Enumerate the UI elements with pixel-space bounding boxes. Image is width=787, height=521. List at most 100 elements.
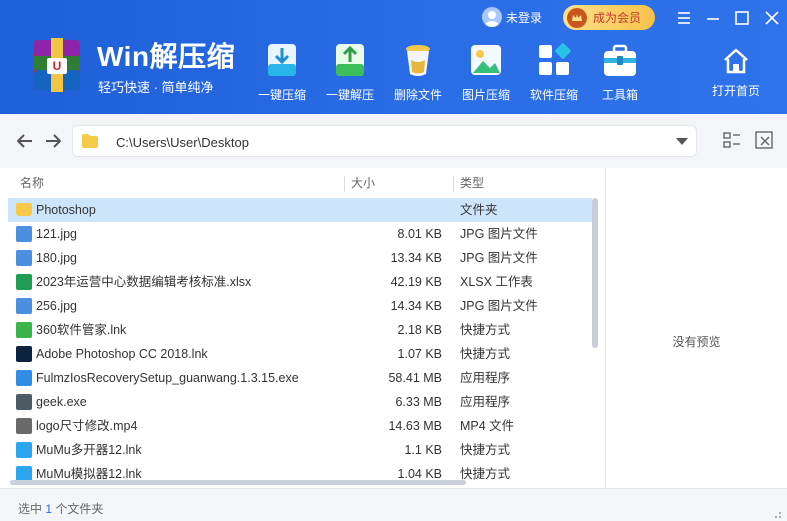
software-compress-icon <box>539 43 571 75</box>
file-name: 180.jpg <box>36 251 78 265</box>
file-size: 13.34 KB <box>390 251 442 265</box>
file-row[interactable]: 256.jpg 14.34 KB JPG 图片文件 <box>8 294 592 318</box>
horizontal-scrollbar[interactable] <box>10 480 466 485</box>
file-name: MuMu多开器12.lnk <box>36 443 142 457</box>
file-size: 42.19 KB <box>390 275 442 289</box>
file-type: 应用程序 <box>460 371 511 385</box>
address-bar[interactable] <box>72 125 697 157</box>
file-type: 快捷方式 <box>460 323 511 337</box>
file-size: 14.34 KB <box>390 299 442 313</box>
toolbox-label: 工具箱 <box>601 88 638 102</box>
file-row[interactable]: Photoshop 文件夹 <box>8 198 592 222</box>
home-icon <box>724 48 748 74</box>
file-list: 名称 大小 类型 Photoshop 文件夹 121.jpg 8.01 KB JPG 图… <box>0 168 605 488</box>
toggle-preview-icon[interactable] <box>754 130 774 150</box>
forward-arrow-icon[interactable] <box>42 130 64 152</box>
back-arrow-icon[interactable] <box>14 130 36 152</box>
file-row[interactable]: 360软件管家.lnk 2.18 KB 快捷方式 <box>8 318 592 342</box>
address-path-input[interactable] <box>116 132 656 152</box>
toolbox-button[interactable]: 工具箱 <box>588 40 652 104</box>
delete-file-button[interactable]: 删除文件 <box>386 40 450 104</box>
file-row[interactable]: 121.jpg 8.01 KB JPG 图片文件 <box>8 222 592 246</box>
file-size: 14.63 MB <box>388 419 442 433</box>
image-compress-label: 图片压缩 <box>461 88 510 102</box>
one-click-compress-button[interactable]: 一键压缩 <box>250 40 314 104</box>
jpg-file-icon <box>16 226 32 242</box>
file-row[interactable]: FulmzIosRecoverySetup_guanwang.1.3.15.ex… <box>8 366 592 390</box>
column-header-size[interactable]: 大小 <box>351 168 375 198</box>
file-type: JPG 图片文件 <box>460 299 538 313</box>
file-size: 1.1 KB <box>404 443 442 457</box>
status-bar: 选中 1 个文件夹 <box>0 488 787 521</box>
xlsx-file-icon <box>16 274 32 290</box>
minimize-icon[interactable] <box>703 8 723 28</box>
preview-pane: 没有预览 <box>606 168 787 488</box>
jpg-file-icon <box>16 250 32 266</box>
file-name: Adobe Photoshop CC 2018.lnk <box>36 347 208 361</box>
toolbox-icon <box>604 44 636 76</box>
geek-app-icon <box>16 394 32 410</box>
software-compress-label: 软件压缩 <box>529 88 578 102</box>
file-size: 58.41 MB <box>388 371 442 385</box>
address-dropdown-icon[interactable] <box>676 138 688 145</box>
one-click-extract-label: 一键解压 <box>325 88 374 102</box>
mumu-app-icon <box>16 442 32 458</box>
image-compress-icon <box>471 45 501 75</box>
maximize-icon[interactable] <box>732 8 752 28</box>
file-name: 121.jpg <box>36 227 78 241</box>
one-click-extract-button[interactable]: 一键解压 <box>318 40 382 104</box>
file-name: 2023年运营中心数据编辑考核标准.xlsx <box>36 275 252 289</box>
view-mode-icon[interactable] <box>722 130 742 150</box>
column-separator[interactable] <box>453 176 454 192</box>
file-type: XLSX 工作表 <box>460 275 533 289</box>
file-type: 快捷方式 <box>460 443 511 457</box>
resize-grip-icon[interactable] <box>772 509 782 519</box>
folder-icon <box>16 203 32 216</box>
file-type: 文件夹 <box>460 203 498 217</box>
file-type: JPG 图片文件 <box>460 227 538 241</box>
file-type: JPG 图片文件 <box>460 251 538 265</box>
file-row[interactable]: logo尺寸修改.mp4 14.63 MB MP4 文件 <box>8 414 592 438</box>
jpg-file-icon <box>16 298 32 314</box>
close-icon[interactable] <box>762 8 782 28</box>
image-compress-button[interactable]: 图片压缩 <box>454 40 518 104</box>
column-header-type[interactable]: 类型 <box>460 168 484 198</box>
file-size: 8.01 KB <box>397 227 442 241</box>
software-compress-button[interactable]: 软件压缩 <box>522 40 586 104</box>
crown-icon <box>567 7 587 28</box>
app-header: U Win解压缩 轻巧快速 · 简单纯净 未登录 成为会员 一键压缩 一键解压 … <box>0 0 787 114</box>
file-name: geek.exe <box>36 395 87 409</box>
file-name: Photoshop <box>36 203 96 217</box>
vertical-scrollbar[interactable] <box>592 198 598 348</box>
login-button[interactable]: 未登录 <box>482 6 542 28</box>
file-name: FulmzIosRecoverySetup_guanwang.1.3.15.ex… <box>36 371 299 385</box>
file-size: 6.33 MB <box>395 395 442 409</box>
open-home-label: 打开首页 <box>711 84 760 98</box>
column-header-name[interactable]: 名称 <box>20 168 44 198</box>
app-logo-icon: U <box>34 38 80 92</box>
app-title: Win解压缩 <box>97 41 236 72</box>
file-name: 256.jpg <box>36 299 78 313</box>
delete-file-icon <box>406 45 430 76</box>
address-toolbar <box>0 114 787 168</box>
file-row[interactable]: MuMu多开器12.lnk 1.1 KB 快捷方式 <box>8 438 592 462</box>
file-type: MP4 文件 <box>460 419 515 433</box>
delete-file-label: 删除文件 <box>393 88 442 102</box>
file-size: 1.07 KB <box>397 347 442 361</box>
login-label: 未登录 <box>506 10 543 25</box>
column-separator[interactable] <box>344 176 345 192</box>
360-app-icon <box>16 322 32 338</box>
file-row[interactable]: geek.exe 6.33 MB 应用程序 <box>8 390 592 414</box>
menu-icon[interactable] <box>674 8 694 28</box>
vip-button[interactable]: 成为会员 <box>563 5 655 30</box>
vip-label: 成为会员 <box>593 11 642 25</box>
file-row[interactable]: 2023年运营中心数据编辑考核标准.xlsx 42.19 KB XLSX 工作表 <box>8 270 592 294</box>
file-name: logo尺寸修改.mp4 <box>36 419 138 433</box>
open-home-button[interactable]: 打开首页 <box>704 46 768 110</box>
file-row[interactable]: 180.jpg 13.34 KB JPG 图片文件 <box>8 246 592 270</box>
file-row[interactable]: Adobe Photoshop CC 2018.lnk 1.07 KB 快捷方式 <box>8 342 592 366</box>
app-subtitle: 轻巧快速 · 简单纯净 <box>98 80 214 95</box>
file-type: 快捷方式 <box>460 347 511 361</box>
file-size: 2.18 KB <box>397 323 442 337</box>
one-click-compress-label: 一键压缩 <box>257 88 306 102</box>
